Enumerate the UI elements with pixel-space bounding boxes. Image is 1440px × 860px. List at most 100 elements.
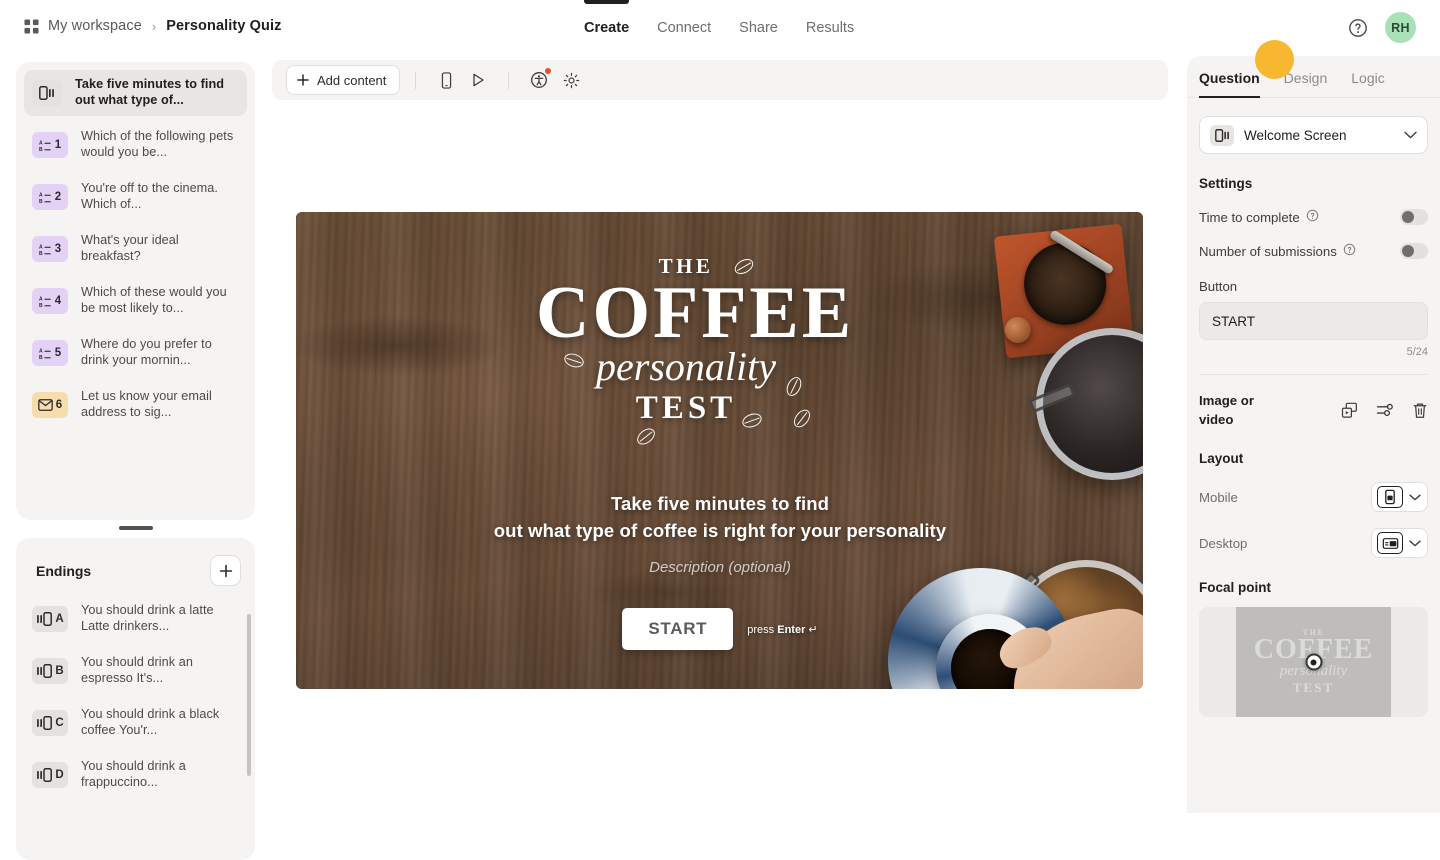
question-type-label: Welcome Screen [1244,127,1347,143]
sidebar-item-question-2[interactable]: AB 2 You're off to the cinema. Which of.… [24,174,247,220]
svg-text:B: B [39,251,43,256]
time-to-complete-toggle[interactable] [1400,209,1428,225]
slide-heading[interactable]: Take five minutes to find out what type … [406,490,1034,544]
focal-point-marker[interactable] [1305,653,1322,671]
sliders-icon[interactable] [1376,402,1394,418]
desktop-layout-select[interactable] [1371,528,1428,558]
sidebar-item-label: You're off to the cinema. Which of... [81,181,218,211]
sidebar-item-question-1[interactable]: AB 1 Which of the following pets would y… [24,122,247,168]
add-content-button[interactable]: Add content [286,65,401,95]
mobile-icon[interactable] [431,65,461,95]
svg-text:B: B [39,303,43,308]
nav-tab-create[interactable]: Create [584,0,630,56]
left-sidebar: Take five minutes to find out what type … [16,62,255,860]
questions-panel: Take five minutes to find out what type … [16,62,255,520]
ending-item-label: You should drink a black coffee You'r... [81,707,220,737]
layout-label-desktop: Desktop [1199,535,1248,551]
ending-item-a[interactable]: A You should drink a latte Latte drinker… [24,596,247,642]
slide-heading-line-1: Take five minutes to find [610,493,830,514]
svg-text:A: A [39,244,43,250]
main-nav-tabs: Create Connect Share Results [584,0,854,56]
slide-heading-line-2: out what type of coffee is right for you… [493,520,947,541]
mobile-layout-icon [1377,486,1403,508]
focal-point-picker[interactable]: THE COFFEE personality TEST [1199,607,1428,717]
avatar[interactable]: RH [1385,12,1416,43]
media-section: Image or video [1199,391,1428,429]
layout-row-mobile: Mobile [1199,482,1428,512]
ending-item-d[interactable]: D You should drink a frappuccino... [24,752,247,798]
endings-panel: Endings A You should drink a latte Latte… [16,538,255,860]
ending-item-b[interactable]: B You should drink an espresso It's... [24,648,247,694]
help-icon[interactable] [1343,243,1356,259]
multiple-choice-icon: AB 4 [32,288,68,314]
tab-question[interactable]: Question [1199,70,1260,98]
sidebar-item-label: Where do you prefer to drink your mornin… [81,337,212,367]
cursor-highlight [1255,40,1294,79]
toolbar-divider-1 [415,71,417,89]
trash-icon[interactable] [1412,402,1428,419]
app-header: My workspace › Personality Quiz Create C… [0,0,1440,56]
ending-badge-letter: D [55,769,64,781]
svg-text:B: B [39,355,43,360]
toolbar-divider-2 [508,71,510,89]
welcome-screen-icon [32,80,62,106]
help-icon[interactable] [1306,209,1319,225]
start-button[interactable]: START [622,608,734,650]
sidebar-item-number: 5 [54,347,62,359]
button-field-label: Button [1199,279,1238,294]
canvas-toolbar: Add content [272,60,1168,100]
nav-tab-connect[interactable]: Connect [657,0,711,56]
ending-item-c[interactable]: C You should drink a black coffee You'r.… [24,700,247,746]
focal-point-title: Focal point [1199,580,1271,595]
breadcrumb-workspace[interactable]: My workspace [48,18,142,34]
multiple-choice-icon: AB 2 [32,184,68,210]
sidebar-item-label: Take five minutes to find out what type … [75,77,225,107]
slide-preview[interactable]: THE COFFEE personality TEST Take five mi… [296,212,1143,689]
nav-tab-results[interactable]: Results [806,0,854,56]
ending-screen-icon: B [32,658,68,684]
endings-scrollbar[interactable] [247,614,251,776]
ending-screen-icon: A [32,606,68,632]
play-icon[interactable] [463,65,493,95]
logo-coffee: COFFEE [536,272,855,354]
nav-tab-share[interactable]: Share [739,0,778,56]
tab-logic[interactable]: Logic [1351,70,1384,97]
replace-media-icon[interactable] [1341,402,1358,419]
slide-start-row: START press Enter ↵ [406,608,1034,650]
press-enter-key: Enter [777,623,806,636]
number-of-submissions-toggle[interactable] [1400,243,1428,259]
svg-text:B: B [39,199,43,204]
slide-description-placeholder[interactable]: Description (optional) [406,559,1034,576]
email-icon: 6 [32,392,68,418]
button-text-input[interactable] [1199,302,1428,340]
sidebar-item-number: 4 [54,295,62,307]
settings-section-title: Settings [1199,176,1253,191]
sidebar-item-label: Which of the following pets would you be… [81,129,234,159]
add-content-label: Add content [317,72,387,88]
sidebar-item-question-6[interactable]: 6 Let us know your email address to sig.… [24,382,247,428]
accessibility-icon[interactable] [524,65,554,95]
gear-icon[interactable] [556,65,586,95]
sidebar-item-question-4[interactable]: AB 4 Which of these would you be most li… [24,278,247,324]
endings-title: Endings [36,562,92,579]
tab-design[interactable]: Design [1284,70,1328,97]
help-circle-icon[interactable] [1347,17,1369,39]
panel-resize-handle[interactable] [119,526,153,530]
question-type-select[interactable]: Welcome Screen [1199,116,1428,154]
breadcrumb-project[interactable]: Personality Quiz [166,18,281,34]
add-ending-button[interactable] [210,555,241,586]
sidebar-item-question-5[interactable]: AB 5 Where do you prefer to drink your m… [24,330,247,376]
svg-text:A: A [39,192,43,198]
ending-item-label: You should drink an espresso It's... [81,655,193,685]
sidebar-item-question-3[interactable]: AB 3 What's your ideal breakfast? [24,226,247,272]
ending-item-label: You should drink a frappuccino... [81,759,186,789]
inspector-tabs: Question Design Logic [1187,56,1440,98]
press-enter-hint: press Enter ↵ [747,623,817,636]
mobile-layout-select[interactable] [1371,482,1428,512]
setting-number-of-submissions: Number of submissions [1199,243,1428,259]
sidebar-item-welcome[interactable]: Take five minutes to find out what type … [24,70,247,116]
ending-screen-icon: C [32,710,68,736]
header-actions: RH [1347,12,1416,43]
ending-badge-letter: A [55,613,64,625]
svg-text:A: A [39,348,43,354]
